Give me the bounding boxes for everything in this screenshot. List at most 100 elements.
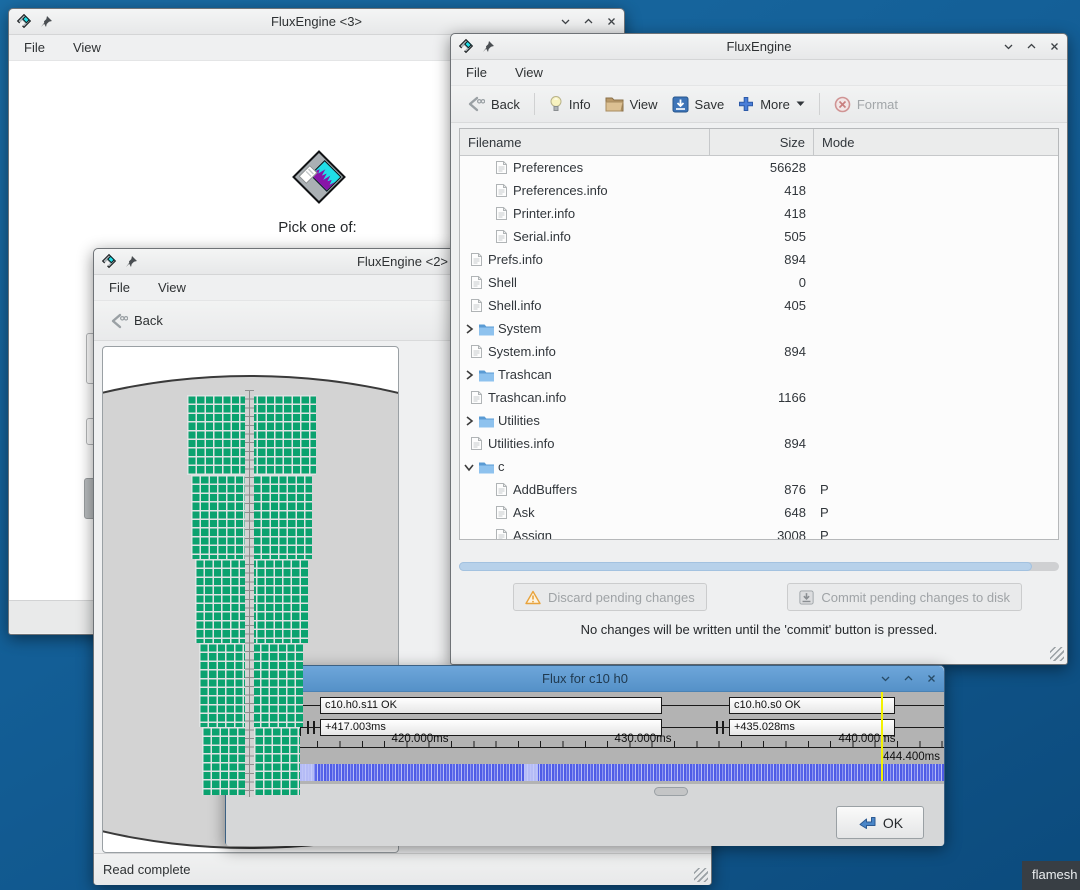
maximize-icon[interactable] (583, 16, 594, 27)
filename-text: Trashcan.info (488, 390, 566, 405)
horizontal-scrollbar[interactable] (459, 562, 1059, 571)
axis-tick-label: 440.000ms (839, 733, 896, 745)
format-label: Format (857, 97, 898, 112)
sector-box: c10.h0.s0 OK (729, 697, 895, 714)
size-cell: 894 (710, 436, 814, 451)
menu-view[interactable]: View (154, 278, 190, 297)
document-icon (495, 528, 508, 539)
filename-cell: Preferences (460, 160, 710, 175)
commit-icon (799, 590, 814, 605)
minimize-icon[interactable] (560, 16, 571, 27)
size-cell: 3008 (710, 528, 814, 539)
info-button[interactable]: Info (542, 90, 598, 118)
table-row[interactable]: Assign3008P (460, 524, 1058, 539)
folder-icon (478, 368, 495, 382)
table-row[interactable]: Printer.info418 (460, 202, 1058, 225)
menu-view[interactable]: View (69, 38, 105, 57)
filename-cell: System.info (460, 344, 710, 359)
collapse-chevron-icon[interactable] (463, 461, 475, 473)
filename-text: Preferences.info (513, 183, 608, 198)
status-text: Read complete (103, 862, 190, 877)
commit-changes-button[interactable]: Commit pending changes to disk (787, 583, 1022, 611)
back-button[interactable]: Back (459, 90, 527, 118)
view-icon (605, 96, 624, 112)
table-row[interactable]: System (460, 317, 1058, 340)
filename-text: Shell (488, 275, 517, 290)
size-cell: 894 (710, 344, 814, 359)
filename-text: System.info (488, 344, 556, 359)
filename-cell: Preferences.info (460, 183, 710, 198)
titlebar[interactable]: FluxEngine (451, 34, 1067, 60)
filename-cell: Serial.info (460, 229, 710, 244)
menu-file[interactable]: File (20, 38, 49, 57)
pin-icon[interactable] (41, 16, 52, 27)
table-row[interactable]: Shell.info405 (460, 294, 1058, 317)
pin-icon[interactable] (483, 41, 494, 52)
filename-cell: Assign (460, 528, 710, 539)
expand-chevron-icon[interactable] (463, 369, 475, 381)
expand-chevron-icon[interactable] (463, 415, 475, 427)
filename-text: Ask (513, 505, 535, 520)
scrollbar-thumb[interactable] (654, 787, 688, 796)
document-icon (470, 275, 483, 290)
table-row[interactable]: Trashcan.info1166 (460, 386, 1058, 409)
close-icon[interactable] (1049, 41, 1060, 52)
maximize-icon[interactable] (1026, 41, 1037, 52)
back-label: Back (134, 313, 163, 328)
sector-label: c10.h0.s0 OK (734, 699, 801, 711)
table-row[interactable]: Serial.info505 (460, 225, 1058, 248)
more-button[interactable]: More (731, 91, 812, 117)
format-button[interactable]: Format (827, 91, 905, 118)
table-row[interactable]: c (460, 455, 1058, 478)
filename-text: Prefs.info (488, 252, 543, 267)
maximize-icon[interactable] (903, 673, 914, 684)
table-row[interactable]: Preferences.info418 (460, 179, 1058, 202)
filename-text: Utilities.info (488, 436, 554, 451)
menu-file[interactable]: File (462, 63, 491, 82)
statusbar: Read complete (94, 853, 711, 885)
table-row[interactable]: AddBuffers876P (460, 478, 1058, 501)
menu-file[interactable]: File (105, 278, 134, 297)
table-row[interactable]: System.info 894 (460, 340, 1058, 363)
file-table: Filename Size Mode Preferences56628Prefe… (459, 128, 1059, 540)
format-icon (834, 96, 851, 113)
close-icon[interactable] (606, 16, 617, 27)
document-icon (470, 252, 483, 267)
menu-view[interactable]: View (511, 63, 547, 82)
column-header-mode[interactable]: Mode (814, 129, 1058, 155)
table-row[interactable]: Trashcan (460, 363, 1058, 386)
column-header-filename[interactable]: Filename (460, 129, 710, 155)
ok-button[interactable]: OK (836, 806, 924, 839)
table-row[interactable]: Ask648P (460, 501, 1058, 524)
offset-label: +435.028ms (734, 721, 795, 733)
file-table-body: Preferences56628Preferences.info418Print… (460, 156, 1058, 539)
table-row[interactable]: Utilities.info 894 (460, 432, 1058, 455)
expand-chevron-icon[interactable] (463, 323, 475, 335)
mode-cell: P (814, 528, 1058, 539)
pin-icon[interactable] (126, 256, 137, 267)
close-icon[interactable] (926, 673, 937, 684)
more-icon (738, 96, 754, 112)
column-header-size[interactable]: Size (710, 129, 814, 155)
titlebar[interactable]: FluxEngine <3> (9, 9, 624, 35)
view-label: View (630, 97, 658, 112)
save-label: Save (695, 97, 725, 112)
fluxengine-logo-icon (16, 13, 33, 30)
table-row[interactable]: Shell0 (460, 271, 1058, 294)
resize-grip[interactable] (694, 868, 708, 882)
back-label: Back (491, 97, 520, 112)
more-label: More (760, 97, 790, 112)
scrollbar-thumb[interactable] (459, 562, 1032, 571)
document-icon (495, 160, 508, 175)
resize-grip[interactable] (1050, 647, 1064, 661)
back-button[interactable]: Back (102, 307, 170, 335)
filename-cell: Utilities (460, 413, 710, 428)
minimize-icon[interactable] (880, 673, 891, 684)
discard-changes-button[interactable]: Discard pending changes (513, 583, 707, 611)
minimize-icon[interactable] (1003, 41, 1014, 52)
save-button[interactable]: Save (665, 91, 732, 118)
table-row[interactable]: Utilities (460, 409, 1058, 432)
table-row[interactable]: Prefs.info894 (460, 248, 1058, 271)
view-button[interactable]: View (598, 91, 665, 117)
table-row[interactable]: Preferences56628 (460, 156, 1058, 179)
